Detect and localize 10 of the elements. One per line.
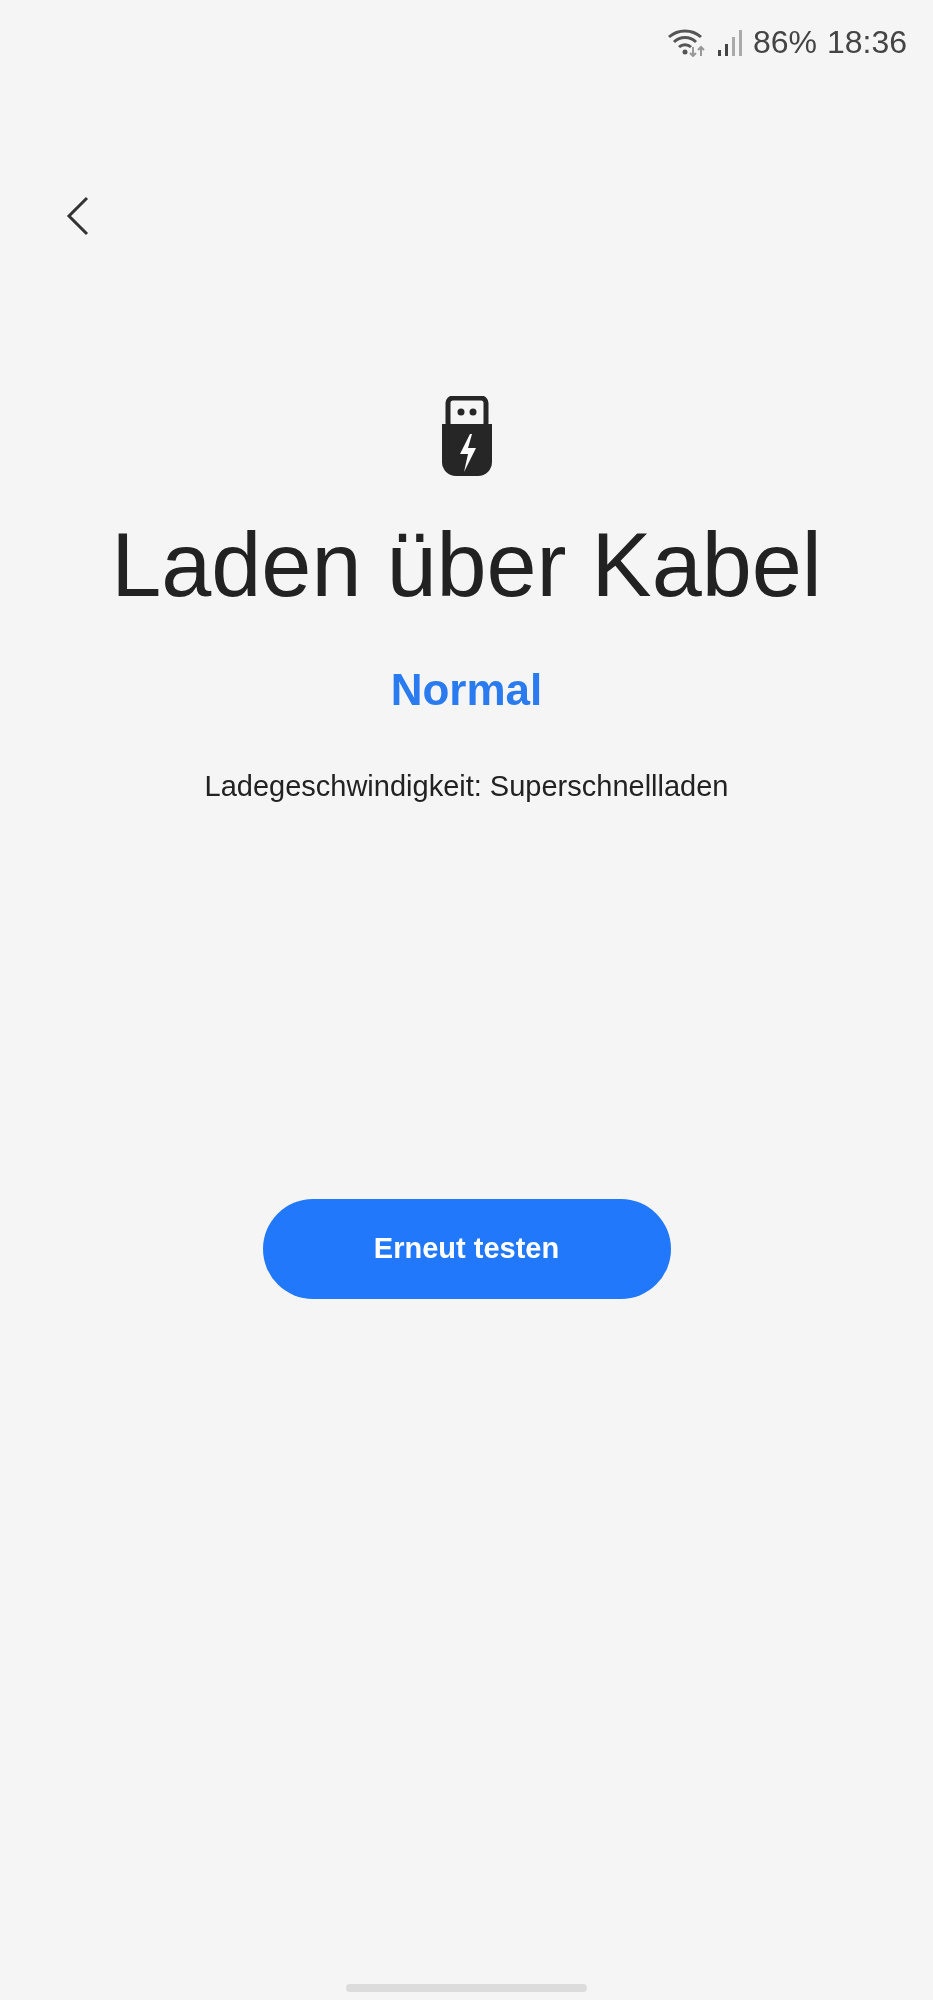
wifi-icon [666, 27, 707, 57]
page-title: Laden über Kabel [111, 516, 822, 615]
battery-level: 86% [752, 23, 817, 62]
back-icon[interactable] [66, 196, 90, 236]
retest-button[interactable]: Erneut testen [262, 1198, 671, 1299]
charging-speed-text: Ladegeschwindigkeit: Superschnellladen [204, 769, 729, 804]
usb-charging-icon [440, 396, 493, 476]
signal-icon [716, 28, 743, 56]
clock: 18:36 [826, 23, 907, 62]
result-status: Normal [390, 664, 543, 716]
